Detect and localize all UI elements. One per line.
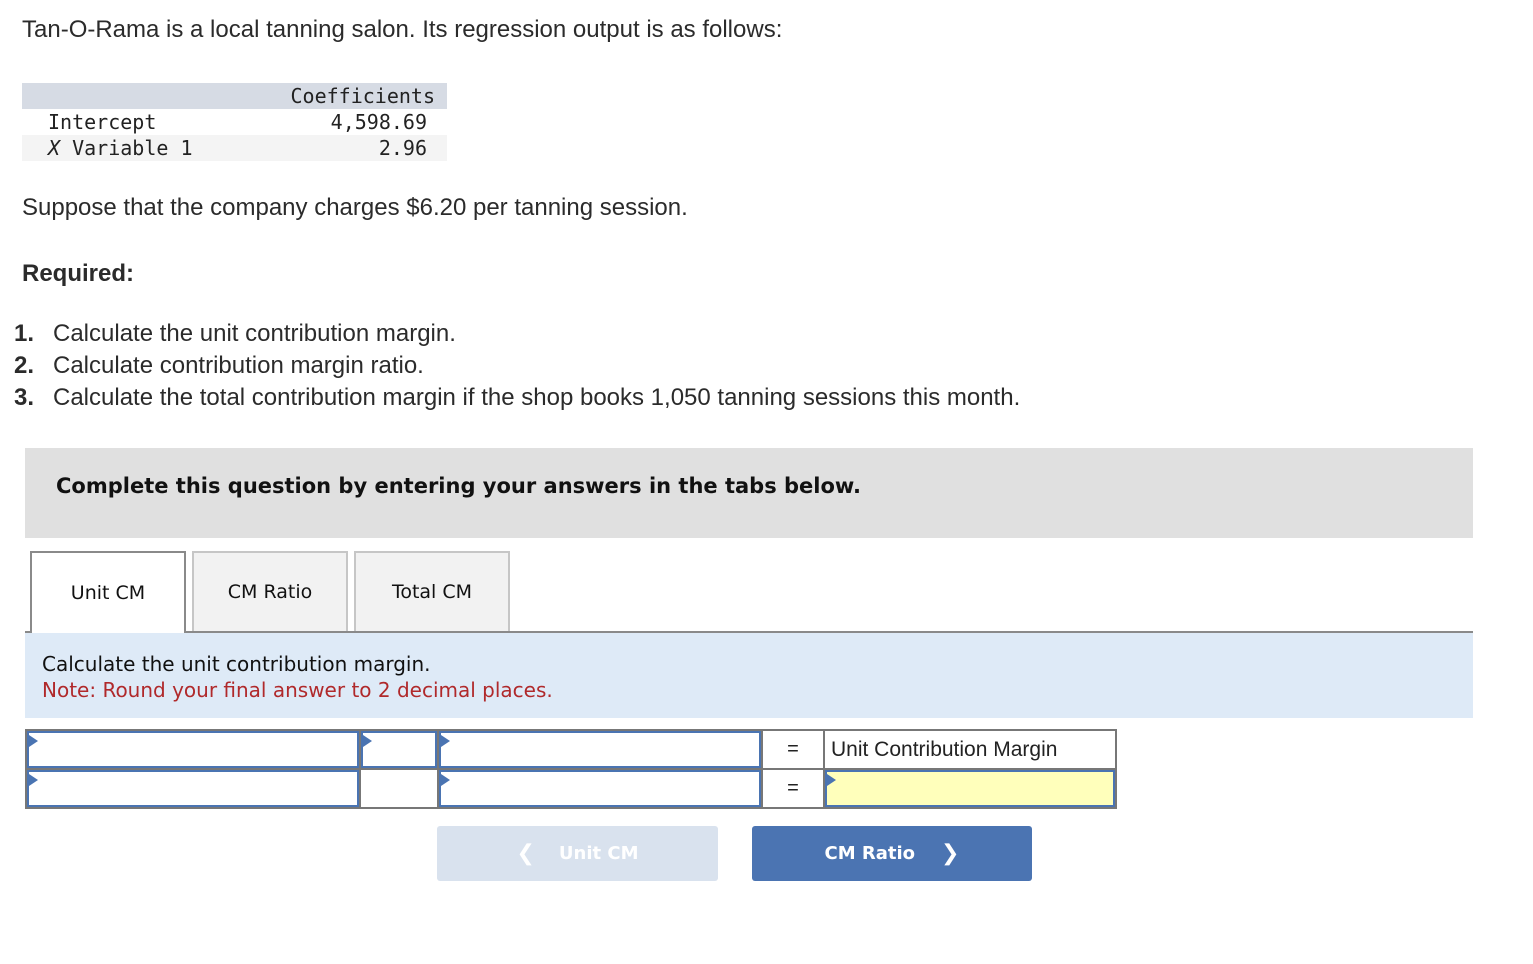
coefficients-header: Coefficients bbox=[290, 84, 436, 108]
row1-operator-input[interactable] bbox=[363, 733, 435, 766]
row1-operator-cell[interactable] bbox=[361, 731, 437, 768]
dropdown-flag-icon bbox=[827, 774, 836, 786]
requirement-item: 2. Calculate contribution margin ratio. bbox=[14, 352, 424, 379]
dropdown-flag-icon bbox=[29, 735, 38, 747]
scenario-text: Suppose that the company charges $6.20 p… bbox=[22, 194, 688, 221]
tab-cm-ratio[interactable]: CM Ratio bbox=[192, 551, 348, 631]
row1-second-input[interactable] bbox=[441, 733, 759, 766]
row1-second-cell[interactable] bbox=[439, 731, 761, 768]
question-panel: Calculate the unit contribution margin. … bbox=[25, 633, 1473, 718]
row2-value-cell[interactable] bbox=[27, 770, 359, 807]
equals-sign: = bbox=[763, 770, 823, 807]
row2-second-cell[interactable] bbox=[439, 770, 761, 807]
row2-value-input[interactable] bbox=[29, 772, 357, 805]
chevron-right-icon: ❯ bbox=[941, 841, 960, 866]
row-label: X Variable 1 bbox=[48, 136, 193, 160]
row2-blank-cell bbox=[361, 770, 437, 807]
unit-cm-answer-cell[interactable] bbox=[825, 770, 1115, 807]
dropdown-flag-icon bbox=[363, 735, 372, 747]
row1-label-cell[interactable] bbox=[27, 731, 359, 768]
row-value: 2.96 bbox=[378, 136, 427, 160]
dropdown-flag-icon bbox=[29, 774, 38, 786]
regression-row-x-variable: X Variable 1 2.96 bbox=[22, 135, 447, 161]
tab-total-cm[interactable]: Total CM bbox=[354, 551, 510, 631]
next-tab-label: CM Ratio bbox=[824, 843, 916, 864]
row2-second-input[interactable] bbox=[441, 772, 759, 805]
tab-unit-cm[interactable]: Unit CM bbox=[30, 551, 186, 633]
regression-header-row: Coefficients bbox=[22, 83, 447, 109]
panel-instruction: Calculate the unit contribution margin. bbox=[42, 652, 431, 676]
row-value: 4,598.69 bbox=[330, 110, 427, 134]
answer-worksheet: = Unit Contribution Margin = bbox=[25, 729, 1117, 809]
requirements-list: 1. Calculate the unit contribution margin… bbox=[14, 318, 1020, 414]
result-label: Unit Contribution Margin bbox=[825, 731, 1115, 768]
requirement-item: 3. Calculate the total contribution margi… bbox=[14, 384, 1021, 411]
requirement-item: 1. Calculate the unit contribution margin… bbox=[14, 320, 456, 347]
dropdown-flag-icon bbox=[441, 735, 450, 747]
intro-text: Tan-O-Rama is a local tanning salon. Its… bbox=[22, 16, 783, 43]
regression-table: Coefficients Intercept 4,598.69 X Variab… bbox=[22, 83, 447, 161]
instructions-banner: Complete this question by entering your … bbox=[25, 448, 1473, 538]
next-tab-button[interactable]: CM Ratio ❯ bbox=[752, 826, 1032, 881]
chevron-left-icon: ❮ bbox=[516, 841, 535, 866]
tab-bar: Unit CM CM Ratio Total CM bbox=[25, 551, 1473, 633]
required-heading: Required: bbox=[22, 260, 135, 287]
prev-tab-label: Unit CM bbox=[558, 843, 639, 864]
row1-label-input[interactable] bbox=[29, 733, 357, 766]
rounding-note: Note: Round your final answer to 2 decim… bbox=[42, 678, 553, 702]
equals-sign: = bbox=[763, 731, 823, 768]
row-label: Intercept bbox=[48, 110, 157, 134]
regression-row-intercept: Intercept 4,598.69 bbox=[22, 109, 447, 135]
dropdown-flag-icon bbox=[441, 774, 450, 786]
unit-cm-answer-input[interactable] bbox=[827, 772, 1113, 805]
prev-tab-button[interactable]: ❮ Unit CM bbox=[437, 826, 718, 881]
